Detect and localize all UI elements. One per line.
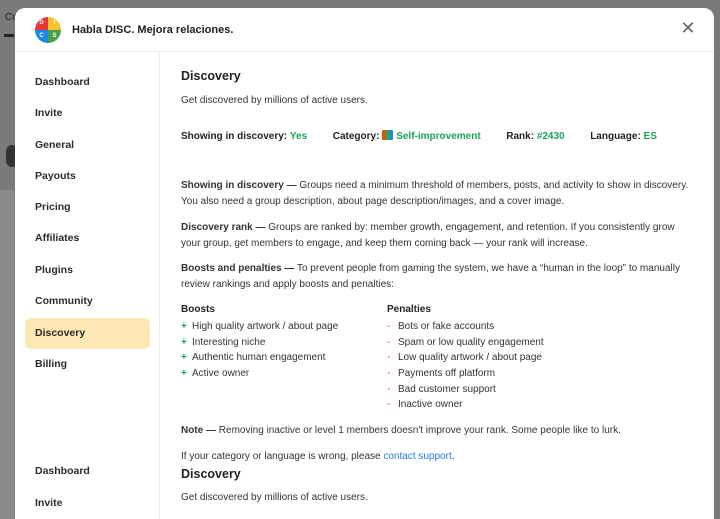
rank-label: Rank: [506, 131, 535, 142]
plus-icon: + [181, 368, 187, 380]
modal-title: Habla DISC. Mejora relaciones. [72, 23, 234, 36]
support-suffix: . [451, 451, 455, 462]
category-value: Self-improvement [396, 131, 481, 142]
rank-value: #2430 [536, 131, 565, 142]
list-item: - Spam or low quality engagement [387, 335, 544, 351]
penalties-list: Penalties - Bots or fake accounts - Spam o… [387, 304, 544, 413]
penalties-title: Penalties [387, 304, 431, 315]
showing-value: Yes [289, 131, 308, 142]
showing-heading: Showing in discovery — [181, 180, 297, 191]
background-panel [0, 190, 14, 519]
sidebar-item-invite-repeat[interactable]: Invite [25, 488, 150, 519]
language-label: Language: [590, 131, 641, 142]
support-paragraph: If your category or language is wrong, p… [181, 449, 696, 465]
contact-support-link[interactable]: contact support [383, 451, 451, 462]
boosts-paragraph: Boosts and penalties — To prevent people… [181, 261, 696, 292]
note-heading: Note — [181, 425, 216, 436]
minus-icon: - [387, 321, 391, 332]
minus-icon: - [387, 383, 391, 395]
settings-modal: D I C S Habla DISC. Mejora relaciones. ✕… [15, 8, 714, 519]
plus-icon: + [181, 321, 187, 332]
sidebar-item-dashboard-repeat[interactable]: Dashboard [25, 456, 150, 487]
note-text: Removing inactive or level 1 members doe… [218, 425, 621, 436]
list-item: + Active owner [181, 366, 338, 382]
boosts-list: Boosts + High quality artwork / about pag… [181, 304, 338, 382]
boosts-title: Boosts [181, 304, 215, 315]
support-prefix: If your category or language is wrong, p… [181, 451, 381, 462]
settings-sidebar: Dashboard Invite General Payouts Pricing… [15, 52, 160, 519]
sidebar-item-dashboard[interactable]: Dashboard [25, 67, 150, 98]
list-item: - Inactive owner [387, 397, 544, 413]
list-item: - Bots or fake accounts [387, 319, 544, 335]
logo-quadrant-s: S [48, 29, 61, 43]
group-logo-icon: D I C S [35, 16, 61, 43]
sidebar-item-billing[interactable]: Billing [25, 349, 150, 380]
minus-icon: - [387, 336, 391, 348]
minus-icon: - [387, 399, 391, 411]
list-item: - Bad customer support [387, 382, 544, 398]
page-subtitle-repeat: Get discovered by millions of active use… [181, 492, 368, 503]
category-label: Category: [332, 131, 380, 142]
sidebar-item-discovery[interactable]: Discovery [25, 318, 150, 349]
sidebar-item-affiliates[interactable]: Affiliates [25, 223, 150, 254]
books-icon [382, 130, 394, 140]
minus-icon: - [387, 368, 391, 380]
sidebar-item-plugins[interactable]: Plugins [25, 255, 150, 286]
plus-icon: + [181, 352, 187, 364]
list-item: + Interesting niche [181, 335, 338, 351]
sidebar-item-invite[interactable]: Invite [25, 98, 150, 129]
plus-icon: + [181, 336, 187, 348]
minus-icon: - [387, 352, 391, 364]
logo-quadrant-c: C [35, 29, 48, 43]
boosts-heading: Boosts and penalties — [181, 263, 295, 274]
modal-header: D I C S Habla DISC. Mejora relaciones. ✕ [15, 8, 714, 52]
close-icon[interactable]: ✕ [680, 19, 696, 37]
list-item: + High quality artwork / about page [181, 319, 338, 335]
showing-label: Showing in discovery: [181, 131, 288, 142]
background-tab-underline [4, 34, 14, 37]
page-subtitle: Get discovered by millions of active use… [181, 95, 368, 106]
rank-heading: Discovery rank — [181, 222, 266, 233]
note-paragraph: Note — Removing inactive or level 1 memb… [181, 423, 696, 439]
sidebar-item-pricing[interactable]: Pricing [25, 192, 150, 223]
showing-paragraph: Showing in discovery — Groups need a min… [181, 178, 696, 209]
logo-quadrant-d: D [35, 16, 48, 30]
discovery-status-row: Showing in discovery: Yes Category: Self… [181, 130, 657, 142]
sidebar-item-payouts[interactable]: Payouts [25, 161, 150, 192]
list-item: + Authentic human engagement [181, 350, 338, 366]
list-item: - Payments off platform [387, 366, 544, 382]
sidebar-item-community[interactable]: Community [25, 286, 150, 317]
page-title: Discovery [181, 69, 241, 83]
page-title-repeat: Discovery [181, 467, 241, 481]
sidebar-item-general[interactable]: General [25, 130, 150, 161]
rank-paragraph: Discovery rank — Groups are ranked by: m… [181, 220, 696, 251]
logo-quadrant-i: I [48, 16, 61, 30]
list-item: - Low quality artwork / about page [387, 350, 544, 366]
language-value: ES [643, 131, 657, 142]
